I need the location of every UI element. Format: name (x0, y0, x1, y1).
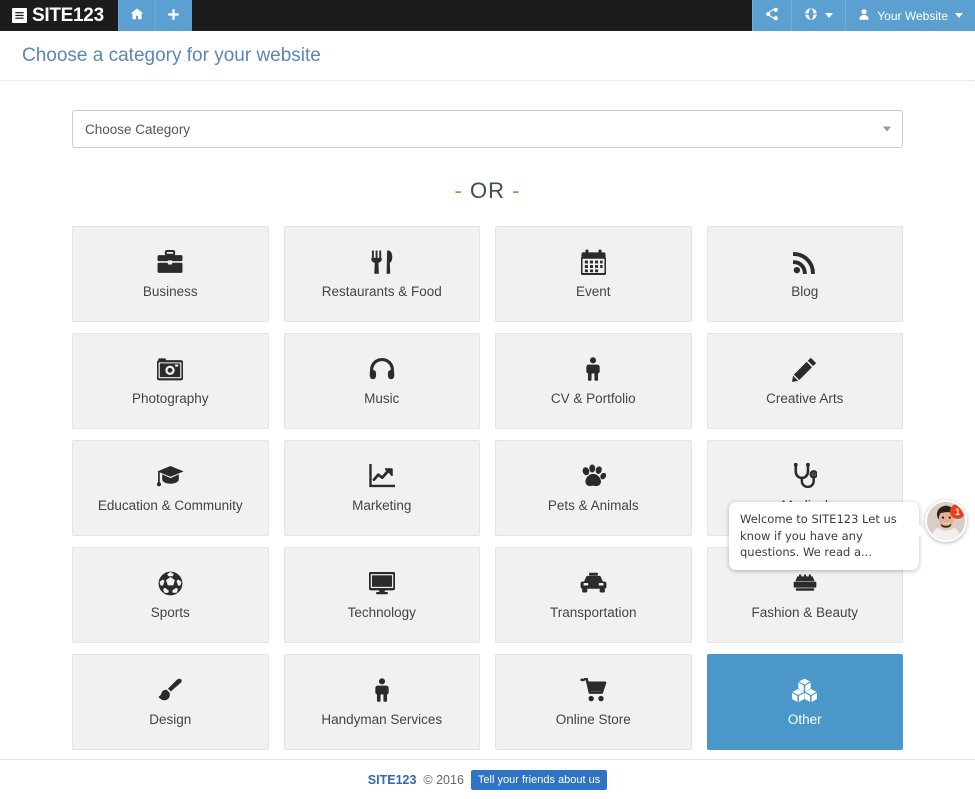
plus-icon (167, 8, 180, 24)
category-tile-label: Pets & Animals (547, 498, 639, 513)
category-tile-creative-arts[interactable]: Creative Arts (706, 333, 903, 429)
language-button[interactable] (791, 0, 846, 31)
category-tile-label: CV & Portfolio (550, 391, 636, 406)
category-tile-label: Blog (791, 284, 819, 299)
category-tile-label: Sports (150, 605, 190, 620)
category-tile-label: Online Store (555, 712, 631, 727)
or-dash-right: - (512, 178, 521, 203)
page-title: Choose a category for your website (22, 45, 321, 66)
category-tile-label: Marketing (352, 498, 412, 513)
graduation-cap-icon (156, 463, 184, 489)
category-tile-label: Technology (347, 605, 416, 620)
chat-widget[interactable]: Welcome to SITE123 Let us know if you ha… (729, 496, 967, 571)
page-header: Choose a category for your website (0, 31, 975, 81)
account-menu[interactable]: Your Website (845, 0, 975, 31)
category-tile-label: Event (575, 284, 611, 299)
footer-copyright: © 2016 (423, 772, 464, 787)
category-tile-label: Transportation (549, 605, 637, 620)
briefcase-icon (157, 249, 183, 275)
category-tile-label: Photography (131, 391, 209, 406)
headphones-icon (369, 356, 395, 382)
category-tile-design[interactable]: Design (72, 654, 269, 750)
category-tile-event[interactable]: Event (495, 226, 692, 322)
or-dash-left: - (454, 178, 463, 203)
chevron-down-icon (955, 13, 963, 18)
category-tile-pets-animals[interactable]: Pets & Animals (495, 440, 692, 536)
footer-brand: SITE123 (367, 772, 417, 787)
home-icon (130, 7, 144, 24)
category-tile-music[interactable]: Music (283, 333, 480, 429)
category-tile-label: Restaurants & Food (321, 284, 442, 299)
brand-logo[interactable]: SITE123 (0, 0, 118, 31)
paint-brush-icon (157, 677, 183, 703)
account-label: Your Website (877, 8, 948, 23)
paw-icon (580, 463, 607, 489)
category-tile-transportation[interactable]: Transportation (495, 547, 692, 643)
stethoscope-icon (793, 463, 817, 489)
category-tile-label: Design (149, 712, 192, 727)
page-footer: SITE123 © 2016 Tell your friends about u… (0, 759, 975, 799)
chat-unread-badge: 1 (950, 504, 965, 519)
category-tile-label: Education & Community (97, 498, 243, 513)
navbar-right-group: Your Website (752, 0, 975, 31)
main-content: Choose Category - OR - Business Restauran… (0, 110, 975, 750)
rss-icon (792, 249, 817, 275)
chevron-down-icon (883, 126, 891, 132)
line-chart-icon (369, 463, 395, 489)
share-with-friends-button[interactable]: Tell your friends about us (470, 769, 608, 790)
category-tile-technology[interactable]: Technology (283, 547, 480, 643)
category-select[interactable]: Choose Category (72, 110, 903, 148)
category-tile-label: Handyman Services (321, 712, 443, 727)
category-grid: Business Restaurants & Food Event Blog Photo… (72, 226, 903, 750)
category-tile-online-store[interactable]: Online Store (495, 654, 692, 750)
category-tile-other[interactable]: Other (706, 654, 903, 750)
category-tile-photography[interactable]: Photography (72, 333, 269, 429)
category-tile-blog[interactable]: Blog (706, 226, 903, 322)
share-button[interactable] (752, 0, 792, 31)
category-tile-education-community[interactable]: Education & Community (72, 440, 269, 536)
category-tile-label: Business (142, 284, 198, 299)
cutlery-icon (371, 249, 393, 275)
person-icon (373, 677, 391, 703)
camera-icon (157, 356, 184, 382)
category-tile-sports[interactable]: Sports (72, 547, 269, 643)
person-icon (584, 356, 602, 382)
top-navbar: SITE123 Your Website (0, 0, 975, 31)
share-icon (765, 7, 779, 24)
category-tile-handyman-services[interactable]: Handyman Services (283, 654, 480, 750)
calendar-icon (580, 249, 606, 275)
or-divider: - OR - (72, 178, 903, 204)
home-button[interactable] (117, 0, 155, 31)
suitcase-icon (792, 570, 818, 596)
user-icon (858, 8, 870, 24)
globe-icon (804, 7, 818, 24)
add-button[interactable] (154, 0, 192, 31)
category-tile-label: Creative Arts (766, 391, 844, 406)
category-tile-business[interactable]: Business (72, 226, 269, 322)
soccer-ball-icon (158, 570, 183, 596)
category-tile-label: Other (787, 712, 822, 727)
category-tile-label: Music (364, 391, 400, 406)
chat-message-bubble[interactable]: Welcome to SITE123 Let us know if you ha… (729, 502, 926, 571)
category-tile-restaurants-food[interactable]: Restaurants & Food (283, 226, 480, 322)
category-tile-marketing[interactable]: Marketing (283, 440, 480, 536)
shopping-cart-icon (580, 677, 607, 703)
avatar[interactable]: 1 (925, 500, 967, 542)
cubes-icon (791, 677, 818, 703)
category-tile-label: Fashion & Beauty (751, 605, 859, 620)
brand-text: SITE123 (32, 4, 104, 26)
chevron-down-icon (825, 13, 834, 18)
category-select-value: Choose Category (85, 121, 191, 137)
taxi-icon (580, 570, 607, 596)
category-tile-cv-portfolio[interactable]: CV & Portfolio (495, 333, 692, 429)
category-select-wrapper: Choose Category (72, 110, 903, 148)
list-icon (12, 8, 27, 23)
or-text: OR (470, 178, 505, 203)
pencil-icon (792, 356, 817, 382)
desktop-icon (368, 570, 395, 596)
